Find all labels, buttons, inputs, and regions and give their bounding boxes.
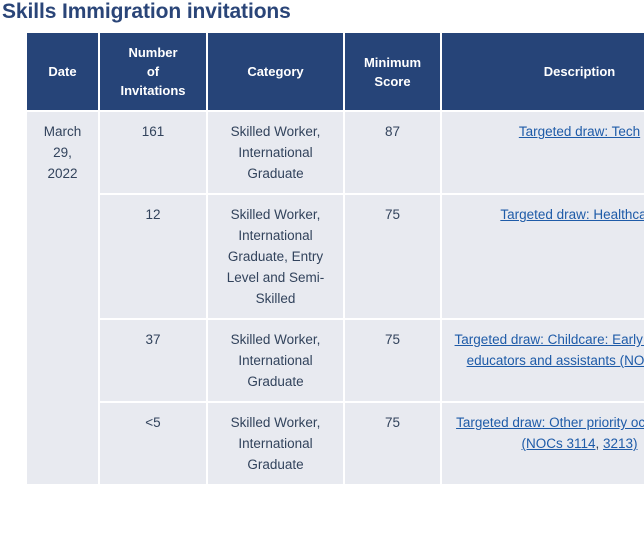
table-row: 12 Skilled Worker, International Graduat… (27, 195, 644, 320)
skills-immigration-invitations-page: Skills Immigration invitations Date Numb… (0, 0, 644, 538)
table-row: March 29, 2022 161 Skilled Worker, Inter… (27, 112, 644, 486)
column-header-date: Date (27, 33, 100, 112)
column-header-minimum-score: Minimum Score (345, 33, 442, 112)
column-header-score-line-1: Minimum (363, 54, 422, 70)
cell-minimum-score: 75 (345, 195, 442, 320)
cell-description: Targeted draw: Healthcare (442, 195, 644, 320)
table-body: March 29, 2022 161 Skilled Worker, Inter… (27, 112, 644, 486)
table-header: Date Number of Invitations Category Mini… (27, 33, 644, 112)
description-link[interactable]: Targeted draw: Tech (519, 124, 640, 139)
description-separator: , (595, 436, 603, 451)
cell-category: Skilled Worker, International Graduate (208, 112, 345, 195)
column-header-description-label: Description (543, 64, 616, 79)
cell-number-of-invitations: 161 (100, 112, 208, 195)
description-link[interactable]: Targeted draw: Healthcare (500, 207, 644, 222)
column-header-number-of-invitations: Number of Invitations (100, 33, 208, 112)
column-header-count-line-1: Number (128, 45, 178, 60)
page-title: Skills Immigration invitations (2, 0, 291, 23)
column-header-date-label: Date (48, 64, 77, 79)
cell-number-of-invitations: 37 (100, 320, 208, 403)
column-header-count-line-2: of (146, 64, 160, 79)
column-header-category: Category (208, 33, 345, 112)
table-row: <5 Skilled Worker, International Graduat… (27, 403, 644, 486)
date-line-3: 2022 (47, 166, 78, 181)
date-line-1: March (43, 124, 82, 139)
cell-description: Targeted draw: Tech (442, 112, 644, 195)
cell-category: Skilled Worker, International Graduate, … (208, 195, 345, 320)
column-header-count-line-3: Invitations (120, 83, 186, 98)
cell-minimum-score: 75 (345, 403, 442, 486)
column-header-description: Description (442, 33, 644, 112)
cell-number-of-invitations: 12 (100, 195, 208, 320)
description-link[interactable]: Targeted draw: Childcare: Early childhoo… (455, 332, 644, 368)
description-link-secondary[interactable]: 3213) (603, 436, 638, 451)
cell-minimum-score: 87 (345, 112, 442, 195)
cell-category: Skilled Worker, International Graduate (208, 320, 345, 403)
column-header-category-label: Category (247, 64, 304, 79)
column-header-score-line-2: Score (374, 73, 411, 89)
cell-category: Skilled Worker, International Graduate (208, 403, 345, 486)
skills-immigration-invitations-table: Date Number of Invitations Category Mini… (27, 33, 644, 486)
table-row: 37 Skilled Worker, International Graduat… (27, 320, 644, 403)
date-line-2: 29, (53, 145, 72, 160)
cell-minimum-score: 75 (345, 320, 442, 403)
invitations-table-container: Date Number of Invitations Category Mini… (0, 33, 644, 486)
table-header-row: Date Number of Invitations Category Mini… (27, 33, 644, 112)
cell-date-group: March 29, 2022 (27, 112, 100, 486)
cell-description: Targeted draw: Other priority occupation… (442, 403, 644, 486)
cell-number-of-invitations: <5 (100, 403, 208, 486)
cell-description: Targeted draw: Childcare: Early childhoo… (442, 320, 644, 403)
